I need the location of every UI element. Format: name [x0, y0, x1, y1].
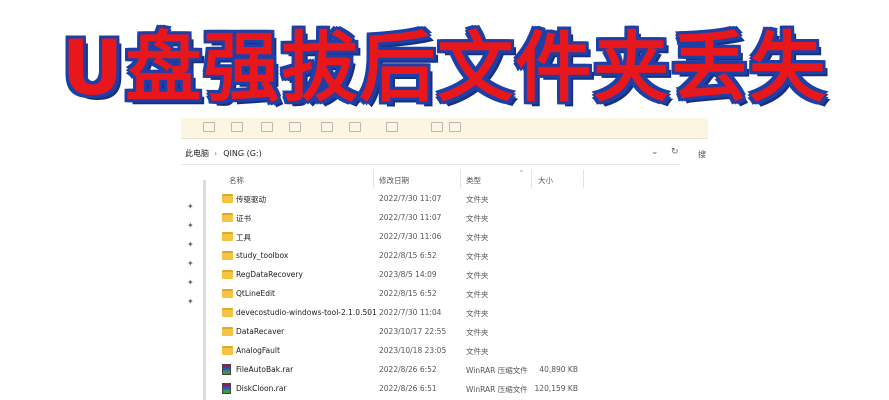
pin-icon[interactable]: ✦: [187, 202, 194, 211]
file-type: 文件夹: [466, 214, 489, 223]
file-type: 文件夹: [466, 290, 489, 299]
folder-icon: [222, 232, 233, 241]
column-divider[interactable]: [583, 170, 584, 188]
file-name: DiskCloon.rar: [236, 384, 287, 393]
file-type: 文件夹: [466, 328, 489, 337]
winrar-archive-icon: [222, 364, 231, 375]
file-name: RegDataRecovery: [236, 270, 303, 279]
file-row[interactable]: FileAutoBak.rar 2022/8/26 6:52 WinRAR 压缩…: [205, 361, 685, 380]
address-bar[interactable]: 此电脑 › QING (G:) ⌄ ↻: [181, 144, 680, 165]
breadcrumb-this-pc[interactable]: 此电脑: [185, 149, 209, 158]
file-date: 2023/8/5 14:09: [379, 270, 437, 279]
file-row[interactable]: AnalogFault 2023/10/18 23:05 文件夹: [205, 342, 685, 361]
ribbon-button-icon[interactable]: [321, 122, 333, 132]
file-row[interactable]: DiskCloon.rar 2022/8/26 6:51 WinRAR 压缩文件…: [205, 380, 685, 399]
ribbon-button-icon[interactable]: [431, 122, 443, 132]
headline-banner: U盘强拔后文件夹丢失: [61, 23, 828, 112]
folder-icon: [222, 251, 233, 260]
file-date: 2022/8/15 6:52: [379, 251, 437, 260]
file-name: 证书: [236, 214, 251, 223]
column-divider[interactable]: [460, 170, 461, 188]
refresh-icon[interactable]: ↻: [671, 147, 679, 157]
sort-arrow-icon: ^: [519, 170, 525, 177]
file-date: 2022/8/26 6:52: [379, 365, 437, 374]
file-row[interactable]: study_toolbox 2022/8/15 6:52 文件夹: [205, 247, 685, 266]
column-header-date[interactable]: 修改日期: [379, 175, 409, 186]
file-date: 2022/7/30 11:07: [379, 213, 442, 222]
ribbon-button-icon[interactable]: [349, 122, 361, 132]
file-type: 文件夹: [466, 309, 489, 318]
file-type: 文件夹: [466, 347, 489, 356]
column-header-name[interactable]: 名称: [229, 175, 244, 186]
folder-icon: [222, 327, 233, 336]
file-date: 2022/7/30 11:07: [379, 194, 442, 203]
file-name: study_toolbox: [236, 251, 289, 260]
file-name: 传驱驱动: [236, 195, 266, 204]
pin-icon[interactable]: ✦: [187, 297, 194, 306]
file-name: DataRecaver: [236, 327, 285, 336]
file-row[interactable]: devecostudio-windows-tool-2.1.0.501 2022…: [205, 304, 685, 323]
pin-icon[interactable]: ✦: [187, 221, 194, 230]
folder-icon: [222, 213, 233, 222]
file-date: 2023/10/17 22:55: [379, 327, 447, 336]
column-divider[interactable]: [531, 170, 532, 188]
folder-icon: [222, 270, 233, 279]
ribbon-button-icon[interactable]: [289, 122, 301, 132]
pin-icon[interactable]: ✦: [187, 278, 194, 287]
column-divider[interactable]: [373, 170, 374, 188]
file-type: 文件夹: [466, 233, 489, 242]
winrar-archive-icon: [222, 383, 231, 394]
breadcrumb-drive[interactable]: QING (G:): [223, 149, 262, 158]
file-name: QtLineEdit: [236, 289, 275, 298]
file-name: devecostudio-windows-tool-2.1.0.501: [236, 308, 377, 317]
file-date: 2022/7/30 11:04: [379, 308, 442, 317]
file-name: 工具: [236, 233, 251, 242]
search-placeholder: 搜: [698, 150, 706, 159]
folder-icon: [222, 194, 233, 203]
pin-icon[interactable]: ✦: [187, 240, 194, 249]
file-name: FileAutoBak.rar: [236, 365, 294, 374]
chevron-down-icon[interactable]: ⌄: [651, 147, 659, 157]
file-type: 文件夹: [466, 252, 489, 261]
file-row[interactable]: QtLineEdit 2022/8/15 6:52 文件夹: [205, 285, 685, 304]
pin-icon[interactable]: ✦: [187, 259, 194, 268]
file-size: 120,159 KB: [534, 384, 578, 393]
folder-icon: [222, 346, 233, 355]
file-type: 文件夹: [466, 271, 489, 280]
ribbon-button-icon[interactable]: [449, 122, 461, 132]
ribbon-button-icon[interactable]: [231, 122, 243, 132]
file-date: 2022/8/26 6:51: [379, 384, 437, 393]
column-header-type[interactable]: 类型: [466, 175, 481, 186]
file-explorer-window: 此电脑 › QING (G:) ⌄ ↻ 搜 ✦ ✦ ✦ ✦ ✦ ✦ 名称 修改日期 …: [181, 118, 708, 400]
file-row[interactable]: 证书 2022/7/30 11:07 文件夹: [205, 209, 685, 228]
folder-icon: [222, 289, 233, 298]
breadcrumb: 此电脑 › QING (G:): [185, 148, 262, 159]
file-name: AnalogFault: [236, 346, 280, 355]
file-row[interactable]: 传驱驱动 2022/7/30 11:07 文件夹: [205, 190, 685, 209]
breadcrumb-separator-icon: ›: [214, 149, 218, 158]
column-headers: 名称 修改日期 类型 ^ 大小: [205, 168, 685, 190]
folder-icon: [222, 308, 233, 317]
search-input[interactable]: 搜: [694, 144, 708, 164]
file-date: 2023/10/18 23:05: [379, 346, 447, 355]
file-row[interactable]: 工具 2022/7/30 11:06 文件夹: [205, 228, 685, 247]
file-size: 40,890 KB: [539, 365, 578, 374]
ribbon-toolbar: [181, 118, 708, 139]
column-header-size[interactable]: 大小: [538, 175, 553, 186]
file-row[interactable]: DataRecaver 2023/10/17 22:55 文件夹: [205, 323, 685, 342]
file-date: 2022/7/30 11:06: [379, 232, 442, 241]
ribbon-button-icon[interactable]: [386, 122, 398, 132]
ribbon-button-icon[interactable]: [203, 122, 215, 132]
file-row[interactable]: RegDataRecovery 2023/8/5 14:09 文件夹: [205, 266, 685, 285]
file-type: 文件夹: [466, 195, 489, 204]
file-date: 2022/8/15 6:52: [379, 289, 437, 298]
ribbon-button-icon[interactable]: [261, 122, 273, 132]
